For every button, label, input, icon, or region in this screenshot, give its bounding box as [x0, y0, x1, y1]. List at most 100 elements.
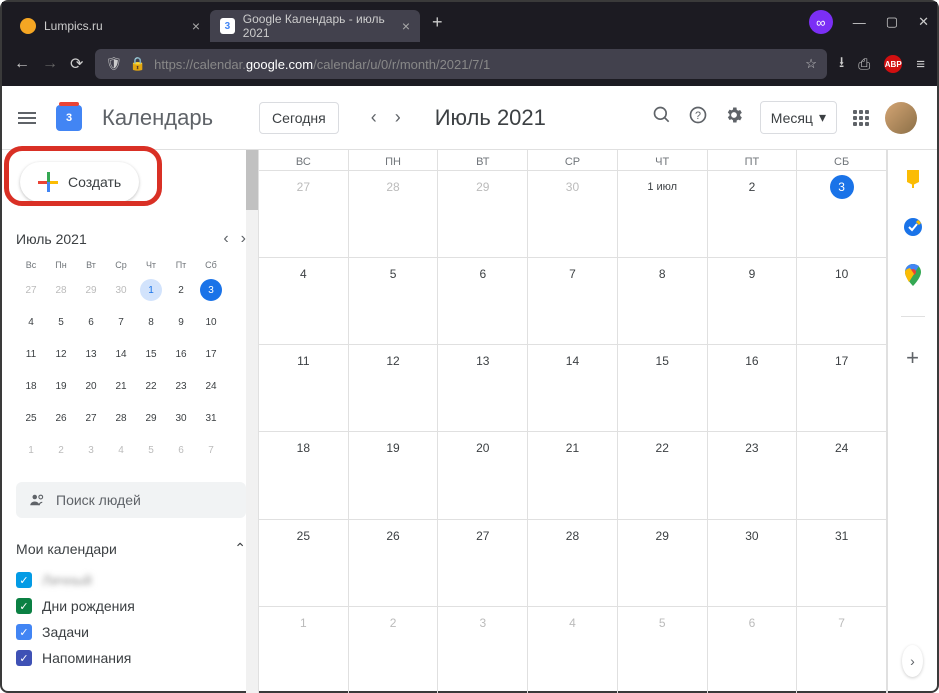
grid-day[interactable]: 26 — [349, 520, 439, 606]
abp-icon[interactable]: ABP — [884, 55, 902, 73]
grid-day[interactable]: 6 — [708, 607, 798, 693]
current-month[interactable]: Июль 2021 — [435, 105, 546, 131]
grid-day[interactable]: 7 — [528, 258, 618, 344]
mini-day[interactable]: 1 — [136, 274, 166, 306]
mini-day[interactable]: 19 — [46, 370, 76, 402]
grid-day[interactable]: 28 — [528, 520, 618, 606]
keep-icon[interactable] — [902, 168, 924, 190]
browser-tab-2[interactable]: 3 Google Календарь - июль 2021 × — [210, 10, 420, 42]
maps-icon[interactable] — [902, 264, 924, 286]
calendar-item[interactable]: ✓Напоминания — [16, 645, 246, 671]
mini-day[interactable]: 29 — [76, 274, 106, 306]
grid-day[interactable]: 18 — [259, 432, 349, 518]
mini-day[interactable]: 9 — [166, 306, 196, 338]
mini-day[interactable]: 31 — [196, 402, 226, 434]
grid-day[interactable]: 10 — [797, 258, 887, 344]
mini-day[interactable]: 15 — [136, 338, 166, 370]
grid-day[interactable]: 14 — [528, 345, 618, 431]
grid-day[interactable]: 13 — [438, 345, 528, 431]
tab-close-2[interactable]: × — [402, 18, 410, 34]
calendar-item[interactable]: ✓Задачи — [16, 619, 246, 645]
mini-day[interactable]: 24 — [196, 370, 226, 402]
grid-day[interactable]: 5 — [349, 258, 439, 344]
search-icon[interactable] — [652, 105, 672, 130]
today-button[interactable]: Сегодня — [259, 102, 339, 134]
grid-day[interactable]: 30 — [528, 171, 618, 257]
mini-cal-title[interactable]: Июль 2021 — [16, 231, 87, 247]
grid-day[interactable]: 27 — [438, 520, 528, 606]
menu-icon[interactable]: ≡ — [916, 56, 925, 73]
calendar-checkbox[interactable]: ✓ — [16, 598, 32, 614]
grid-day[interactable]: 31 — [797, 520, 887, 606]
calendar-checkbox[interactable]: ✓ — [16, 650, 32, 666]
mini-day[interactable]: 14 — [106, 338, 136, 370]
settings-icon[interactable] — [724, 105, 744, 130]
grid-day[interactable]: 15 — [618, 345, 708, 431]
window-minimize[interactable]: — — [853, 15, 866, 30]
next-month-button[interactable]: › — [395, 107, 401, 128]
grid-day[interactable]: 29 — [618, 520, 708, 606]
grid-day[interactable]: 3 — [438, 607, 528, 693]
mini-day[interactable]: 3 — [196, 274, 226, 306]
grid-day[interactable]: 23 — [708, 432, 798, 518]
mini-day[interactable]: 2 — [46, 434, 76, 466]
grid-day[interactable]: 4 — [528, 607, 618, 693]
nav-back[interactable]: ← — [14, 55, 30, 73]
mini-day[interactable]: 3 — [76, 434, 106, 466]
grid-day[interactable]: 9 — [708, 258, 798, 344]
mini-day[interactable]: 6 — [166, 434, 196, 466]
browser-tab-1[interactable]: Lumpics.ru × — [10, 10, 210, 42]
mini-day[interactable]: 13 — [76, 338, 106, 370]
mini-day[interactable]: 28 — [46, 274, 76, 306]
tasks-icon[interactable] — [902, 216, 924, 238]
nav-reload[interactable]: ⟳ — [70, 54, 83, 74]
mini-day[interactable]: 18 — [16, 370, 46, 402]
download-icon[interactable]: ⭳ — [839, 52, 844, 77]
grid-day[interactable]: 30 — [708, 520, 798, 606]
my-calendars-header[interactable]: Мои календари ⌃ — [16, 540, 246, 557]
calendar-checkbox[interactable]: ✓ — [16, 624, 32, 640]
vpn-icon[interactable]: ∞ — [809, 10, 833, 34]
grid-day[interactable]: 6 — [438, 258, 528, 344]
mini-day[interactable]: 4 — [106, 434, 136, 466]
mini-prev-button[interactable]: ‹ — [223, 230, 228, 248]
grid-day[interactable]: 22 — [618, 432, 708, 518]
mini-day[interactable]: 17 — [196, 338, 226, 370]
mini-day[interactable]: 5 — [46, 306, 76, 338]
account-avatar[interactable] — [885, 102, 917, 134]
window-maximize[interactable]: ▢ — [886, 14, 898, 30]
mini-day[interactable]: 2 — [166, 274, 196, 306]
mini-day[interactable]: 20 — [76, 370, 106, 402]
grid-day[interactable]: 25 — [259, 520, 349, 606]
grid-day[interactable]: 3 — [797, 171, 887, 257]
grid-day[interactable]: 28 — [349, 171, 439, 257]
mini-day[interactable]: 8 — [136, 306, 166, 338]
mini-day[interactable]: 7 — [106, 306, 136, 338]
mini-day[interactable]: 27 — [16, 274, 46, 306]
main-menu-button[interactable] — [18, 109, 36, 127]
calendar-item[interactable]: ✓Личный — [16, 567, 246, 593]
add-addon-button[interactable]: + — [902, 347, 924, 369]
grid-day[interactable]: 4 — [259, 258, 349, 344]
grid-day[interactable]: 2 — [349, 607, 439, 693]
mini-day[interactable]: 10 — [196, 306, 226, 338]
mini-day[interactable]: 26 — [46, 402, 76, 434]
mini-day[interactable]: 4 — [16, 306, 46, 338]
mini-day[interactable]: 5 — [136, 434, 166, 466]
grid-day[interactable]: 20 — [438, 432, 528, 518]
grid-day[interactable]: 24 — [797, 432, 887, 518]
mini-day[interactable]: 22 — [136, 370, 166, 402]
grid-day[interactable]: 2 — [708, 171, 798, 257]
grid-day[interactable]: 7 — [797, 607, 887, 693]
library-icon[interactable]: ⎙ — [858, 56, 870, 73]
prev-month-button[interactable]: ‹ — [371, 107, 377, 128]
mini-day[interactable]: 27 — [76, 402, 106, 434]
google-apps-icon[interactable] — [853, 110, 869, 126]
help-icon[interactable]: ? — [688, 105, 708, 130]
calendar-item[interactable]: ✓Дни рождения — [16, 593, 246, 619]
grid-day[interactable]: 21 — [528, 432, 618, 518]
grid-day[interactable]: 1 — [259, 607, 349, 693]
grid-day[interactable]: 12 — [349, 345, 439, 431]
calendar-logo[interactable]: 3 — [52, 101, 86, 135]
mini-day[interactable]: 23 — [166, 370, 196, 402]
